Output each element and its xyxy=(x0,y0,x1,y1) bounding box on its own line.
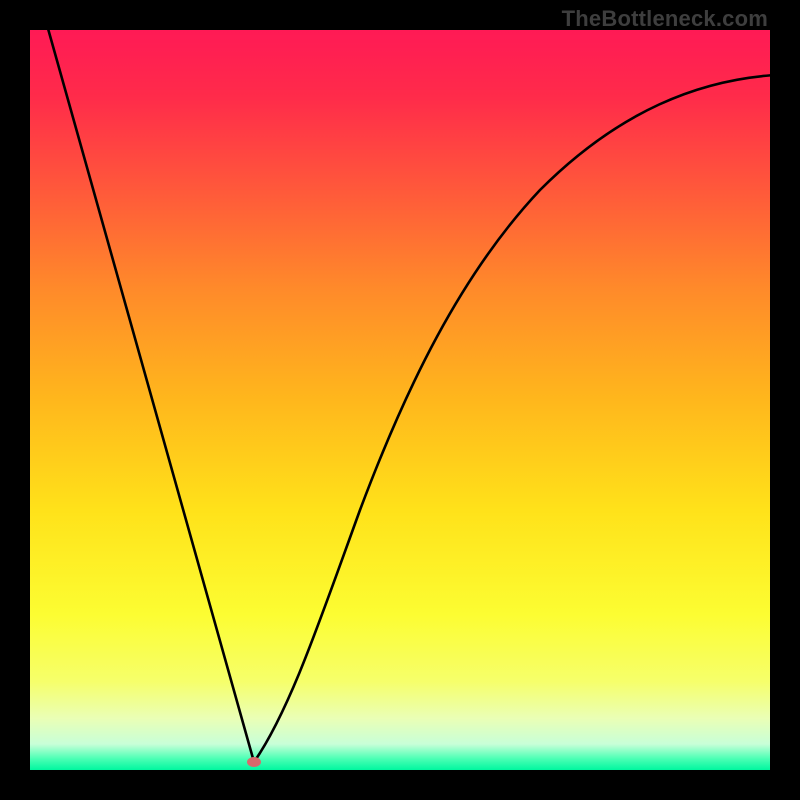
minimum-marker xyxy=(247,757,261,767)
bottleneck-curve-segment xyxy=(47,30,254,762)
bottleneck-curve-segment xyxy=(254,75,770,762)
plot-area xyxy=(30,30,770,770)
watermark-text: TheBottleneck.com xyxy=(562,6,768,32)
curve-layer xyxy=(30,30,770,770)
